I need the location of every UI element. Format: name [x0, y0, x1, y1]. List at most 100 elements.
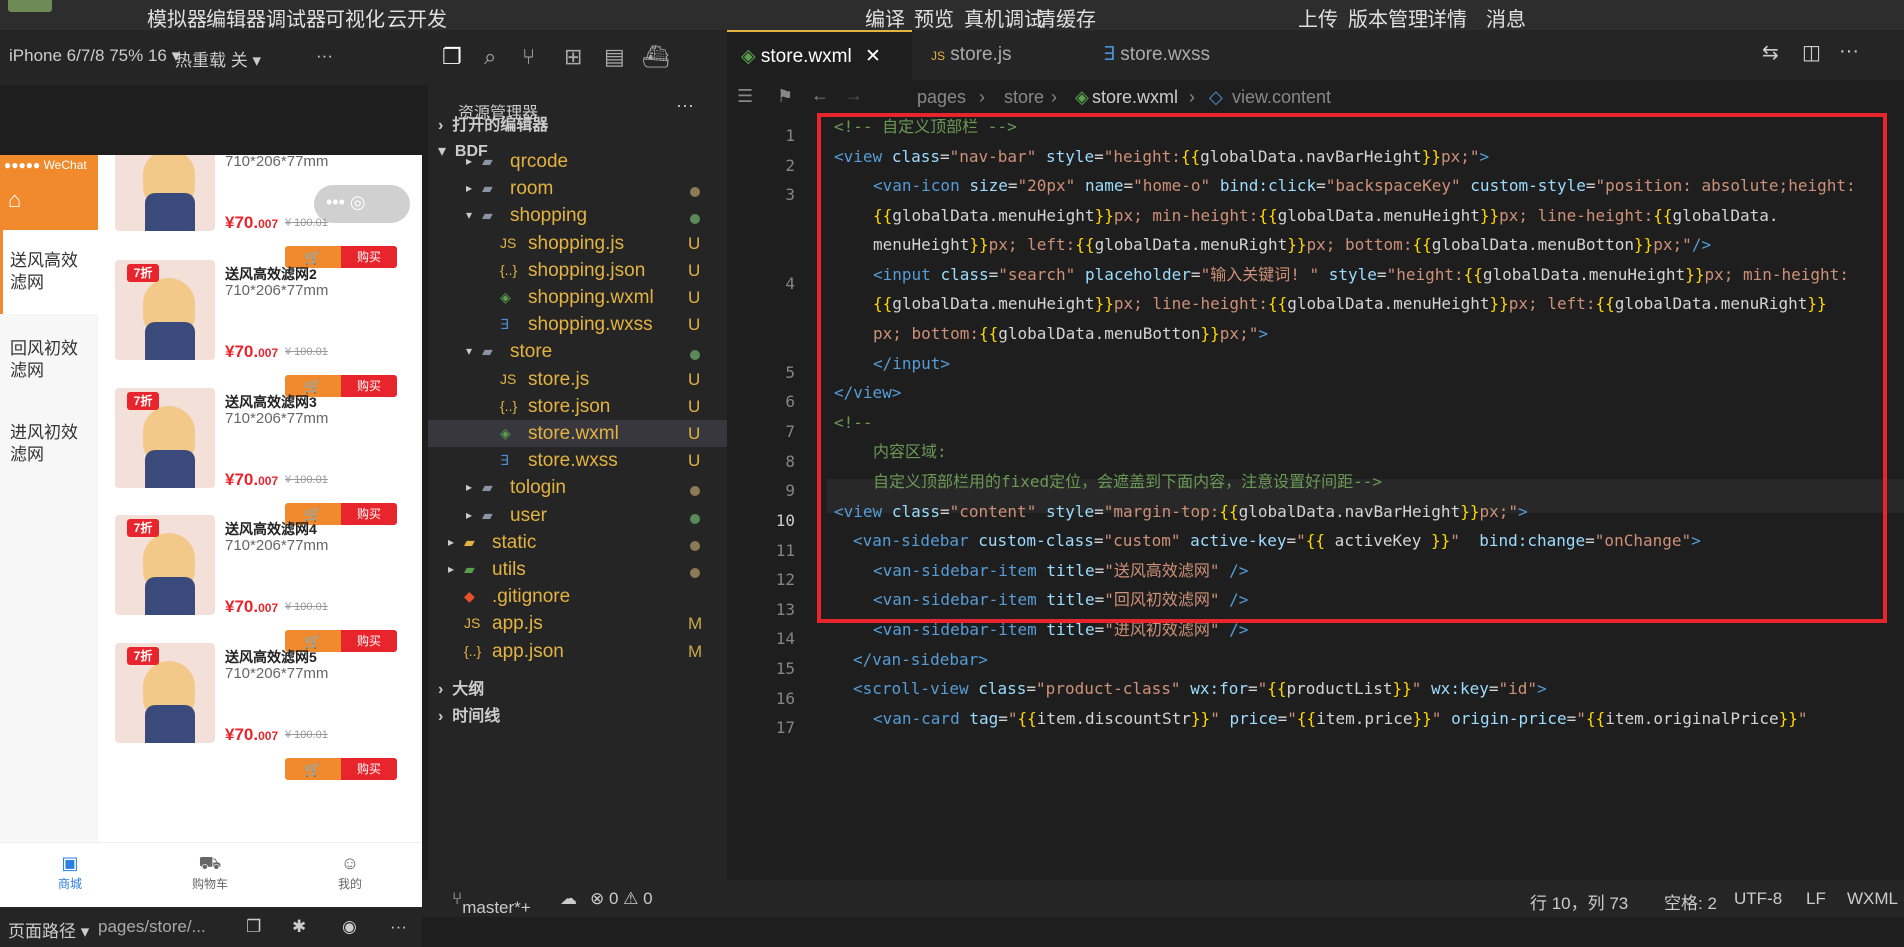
compare-icon[interactable]: ⇆	[1762, 40, 1779, 65]
git-status: U	[688, 288, 701, 307]
highlight-annotation-box	[817, 113, 1887, 623]
tree-item-label: room	[510, 178, 554, 200]
sidebar-item-return-primary[interactable]: 回风初效滤网	[0, 318, 98, 402]
clear-cache-button[interactable]: 清缓存	[1036, 3, 1096, 32]
forward-icon[interactable]: →	[845, 85, 863, 106]
line-ending[interactable]: LF	[1806, 889, 1826, 909]
bookmark-icon[interactable]: ⚑	[777, 86, 793, 107]
tree-item[interactable]: JS store.js U	[428, 366, 727, 393]
wxss-file-icon: ∃	[500, 316, 509, 333]
crumb-store[interactable]: store	[1004, 87, 1044, 108]
tree-item[interactable]: ◆ .gitignore	[428, 583, 727, 610]
tree-item[interactable]: ▸ ▰ static	[428, 529, 727, 556]
files-icon[interactable]: ❐	[442, 44, 462, 70]
tab-store-js[interactable]: JS store.js	[917, 30, 1089, 80]
tree-item[interactable]: ▸ ▰ utils	[428, 556, 727, 583]
preview-button[interactable]: 预览	[914, 3, 954, 32]
extensions-icon[interactable]: ⊞	[564, 44, 582, 70]
tree-item[interactable]: JS app.js M	[428, 610, 727, 637]
buy-button[interactable]: 购买	[341, 758, 397, 780]
simulator-more-button[interactable]: ···	[316, 46, 333, 66]
problems-count[interactable]: ⊗ 0 ⚠ 0	[590, 889, 653, 909]
tree-item[interactable]: JS shopping.js U	[428, 230, 727, 257]
crumb-pages[interactable]: pages	[917, 87, 966, 108]
tree-item[interactable]: ▸ ▰ room	[428, 175, 727, 202]
device-select[interactable]: iPhone 6/7/8 75% 16 ▾	[9, 46, 180, 66]
hotreload-toggle[interactable]: 热重载 关 ▾	[175, 46, 261, 71]
user-icon: ☺	[340, 853, 360, 873]
product-title: 送风高效滤网4	[225, 521, 317, 537]
git-branch[interactable]: ⑂ master*+	[452, 889, 531, 917]
tree-item[interactable]: ◈ shopping.wxml U	[428, 284, 727, 311]
tab-cart[interactable]: ⛟ 购物车	[140, 843, 280, 907]
version-button[interactable]: 版本管理	[1348, 3, 1428, 32]
timeline-section[interactable]: › 时间线	[428, 702, 727, 732]
git-file-icon: ◆	[464, 588, 475, 605]
encoding[interactable]: UTF-8	[1734, 889, 1782, 909]
tree-item[interactable]: ◈ store.wxml U	[428, 420, 727, 447]
tree-item[interactable]: ∃ shopping.wxss U	[428, 311, 727, 338]
copy-icon[interactable]: ❐	[246, 917, 261, 937]
cursor-position[interactable]: 行 10，列 73	[1530, 889, 1628, 914]
git-icon[interactable]: ⑂	[522, 44, 535, 70]
tab-shop[interactable]: ▣ 商城	[0, 843, 140, 907]
wxss-file-icon: ∃	[500, 452, 509, 469]
wxml-file-icon: ◈	[500, 425, 511, 441]
docker-icon[interactable]: ⛴	[642, 44, 670, 70]
tree-item[interactable]: {..} store.json U	[428, 393, 727, 420]
back-icon[interactable]: ←	[811, 85, 829, 106]
tab-mine[interactable]: ☺ 我的	[280, 843, 420, 907]
tab-store-wxss[interactable]: ∃ store.wxss	[1089, 30, 1261, 80]
tree-item[interactable]: ▾ ▰ store	[428, 338, 727, 365]
page-path[interactable]: pages/store/...	[98, 917, 206, 937]
menu-cloud[interactable]: 云开发	[387, 3, 447, 32]
cart-icon: ⛟	[198, 853, 222, 873]
status-dot	[690, 568, 700, 578]
more-actions-icon[interactable]: ···	[1839, 40, 1859, 63]
search-icon[interactable]: ⌕	[484, 44, 496, 70]
status-dot	[690, 187, 700, 198]
tree-item[interactable]: ▸ ▰ user	[428, 502, 727, 529]
more-icon[interactable]: ···	[390, 917, 407, 937]
status-dot	[690, 486, 700, 497]
sidebar-item-supply-hepa[interactable]: 送风高效滤网	[0, 230, 98, 314]
home-icon[interactable]: ⌂	[8, 187, 21, 213]
menu-debugger[interactable]: 调试器	[266, 3, 326, 32]
tree-item[interactable]: ∃ store.wxss U	[428, 447, 727, 474]
cart-icon: 🛒	[304, 761, 322, 777]
page-path-label[interactable]: 页面路径 ▾	[8, 917, 89, 942]
tree-item[interactable]: {..} app.json M	[428, 638, 727, 665]
git-status: U	[688, 424, 701, 443]
messages-button[interactable]: 消息	[1486, 3, 1526, 32]
bug-icon[interactable]: ✱	[292, 917, 306, 937]
language-mode[interactable]: WXML	[1847, 889, 1898, 909]
compile-button[interactable]: 编译	[865, 3, 905, 32]
remote-debug-button[interactable]: 真机调试	[964, 3, 1044, 32]
sidebar-item-inlet-primary[interactable]: 进风初效滤网	[0, 402, 98, 486]
storage-icon[interactable]: ▤	[604, 44, 625, 70]
upload-button[interactable]: 上传	[1298, 3, 1338, 32]
folder-icon: ▰	[482, 343, 493, 360]
list-icon[interactable]: ☰	[737, 86, 753, 107]
tab-store-wxml[interactable]: ◈ store.wxml ✕	[727, 30, 912, 80]
menu-editor[interactable]: 编辑器	[206, 3, 266, 32]
explorer-panel: 资源管理器 ··· › 打开的编辑器 ▾ BDF › 大纲 › 时间线 ▸ ▰ qr…	[428, 85, 727, 882]
close-icon[interactable]: ✕	[865, 46, 881, 67]
indent-spaces[interactable]: 空格: 2	[1664, 889, 1717, 914]
tree-item[interactable]: ▸ ▰ qrcode	[428, 148, 727, 175]
crumb-element[interactable]: view.content	[1232, 87, 1331, 108]
menu-visual[interactable]: 可视化	[325, 3, 385, 32]
eye-icon[interactable]: ◉	[342, 917, 357, 937]
details-button[interactable]: 详情	[1427, 3, 1467, 32]
menu-simulator[interactable]: 模拟器	[147, 3, 207, 32]
tree-item[interactable]: {..} shopping.json U	[428, 257, 727, 284]
sync-icon[interactable]: ☁	[560, 889, 577, 909]
add-to-cart-button[interactable]: 🛒	[285, 758, 341, 780]
split-editor-icon[interactable]: ◫	[1802, 40, 1821, 65]
tree-item[interactable]: ▾ ▰ shopping	[428, 202, 727, 229]
tree-item[interactable]: ▸ ▰ tologin	[428, 474, 727, 501]
folder-icon: ▰	[464, 533, 475, 550]
product-card[interactable]: 7折 送风高效滤网5 710*206*77mm ¥70.007 ¥ 100.01 🛒 购买	[105, 643, 422, 793]
crumb-file[interactable]: store.wxml	[1092, 87, 1178, 108]
outline-section[interactable]: › 大纲	[428, 675, 727, 705]
